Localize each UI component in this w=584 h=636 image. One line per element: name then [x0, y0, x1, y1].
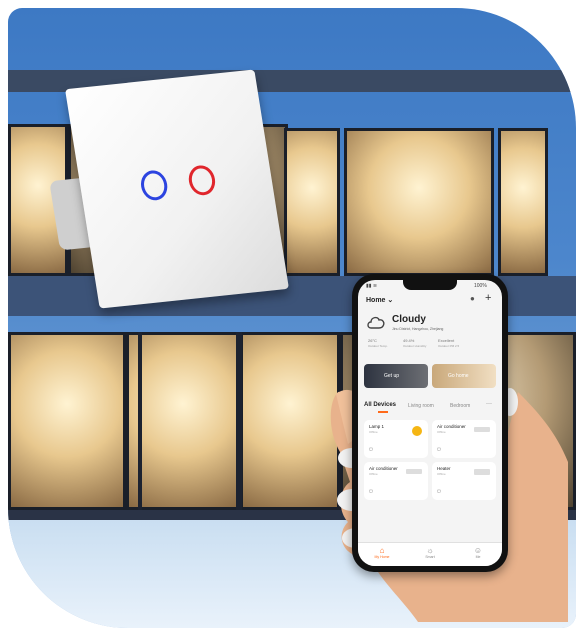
- device-state: Offline: [437, 430, 446, 434]
- device-name: Air conditioner: [437, 424, 466, 429]
- metric-temp-label: Outdoor Temp.: [368, 344, 388, 348]
- product-photo: ▮▮ ≋ 100% Home ⌄ ● + Cloudy Jinu Distric…: [0, 0, 584, 636]
- phone-notch: [403, 280, 457, 290]
- device-state: Offline: [369, 430, 378, 434]
- scene-go-home[interactable]: Go home: [432, 364, 496, 388]
- user-icon: ☺: [473, 546, 483, 555]
- tab-living-room[interactable]: Living room: [408, 403, 434, 409]
- heater-icon: [474, 469, 490, 475]
- touch-button-right-icon: [186, 164, 218, 197]
- metric-temp-value: 26°C: [368, 338, 377, 343]
- nav-smart[interactable]: ☼ Smart: [418, 546, 442, 559]
- metric-pm-value: Excellent: [438, 338, 455, 343]
- device-name: Heater: [437, 466, 451, 471]
- bottom-nav: ⌂ My Home ☼ Smart ☺ Me: [358, 542, 502, 566]
- home-selector[interactable]: Home ⌄: [366, 296, 393, 304]
- scene-go-home-label: Go home: [448, 373, 469, 379]
- device-state: Offline: [369, 472, 378, 476]
- device-name: Lamp 1: [369, 424, 385, 429]
- touch-switch: [49, 69, 289, 309]
- metric-humidity-label: Outdoor Humidity: [403, 344, 427, 348]
- device-card[interactable]: Air conditioner Offline ⏻: [432, 420, 496, 458]
- air-conditioner-icon: [474, 427, 490, 432]
- air-conditioner-icon: [406, 469, 422, 474]
- power-icon[interactable]: ⏻: [437, 447, 441, 453]
- home-icon: ⌂: [379, 546, 385, 555]
- metric-humidity-value: 49.4%: [403, 338, 415, 343]
- sun-icon: ☼: [426, 546, 434, 555]
- nav-label: Smart: [425, 555, 435, 559]
- switch-glass-panel: [65, 69, 289, 309]
- status-signal: ▮▮ ≋: [366, 283, 378, 289]
- device-card[interactable]: Heater Offline ⏻: [432, 462, 496, 500]
- nav-my-home[interactable]: ⌂ My Home: [370, 546, 394, 559]
- nav-label: My Home: [374, 555, 390, 559]
- app-screen: ▮▮ ≋ 100% Home ⌄ ● + Cloudy Jinu Distric…: [358, 280, 502, 566]
- power-icon[interactable]: ⏻: [437, 489, 441, 495]
- scene-get-up[interactable]: Get up: [364, 364, 428, 388]
- lamp-icon: [412, 426, 422, 436]
- add-icon[interactable]: +: [485, 292, 491, 304]
- device-state: Offline: [437, 472, 446, 476]
- device-card[interactable]: Air conditioner Offline ⏻: [364, 462, 428, 500]
- smartphone: ▮▮ ≋ 100% Home ⌄ ● + Cloudy Jinu Distric…: [352, 274, 508, 572]
- weather-condition: Cloudy: [392, 314, 426, 325]
- power-icon[interactable]: ⏻: [369, 489, 373, 495]
- metric-pm-label: Outdoor PM 2.5: [438, 344, 460, 348]
- nav-me[interactable]: ☺ Me: [466, 546, 490, 559]
- active-tab-indicator: [378, 411, 388, 413]
- nav-label: Me: [475, 555, 481, 559]
- mic-icon[interactable]: ●: [470, 294, 475, 303]
- more-tabs-icon[interactable]: ···: [486, 401, 492, 407]
- weather-location: Jinu District, Hangzhou, Zhejiang: [392, 327, 444, 331]
- power-icon[interactable]: ⏻: [369, 447, 373, 453]
- device-name: Air conditioner: [369, 466, 398, 471]
- tab-bedroom[interactable]: Bedroom: [450, 403, 470, 409]
- device-card[interactable]: Lamp 1 Offline ⏻: [364, 420, 428, 458]
- home-label: Home: [366, 297, 386, 304]
- scene-get-up-label: Get up: [384, 373, 400, 379]
- status-battery: 100%: [474, 283, 487, 289]
- cloud-icon: [367, 316, 385, 329]
- touch-button-left-icon: [138, 169, 170, 202]
- tab-all-devices[interactable]: All Devices: [364, 402, 396, 408]
